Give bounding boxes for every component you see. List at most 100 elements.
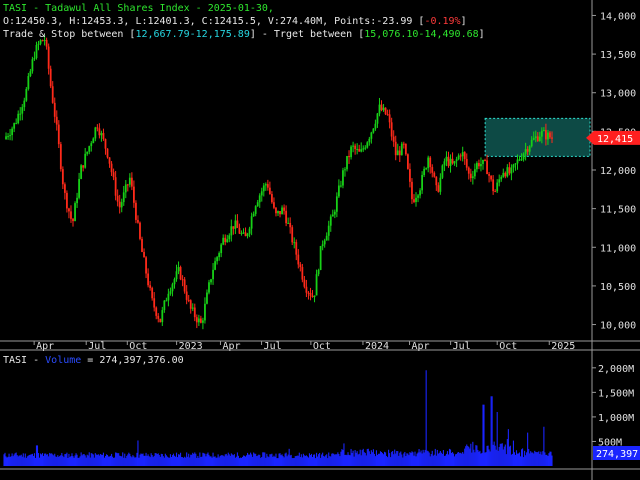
candle-up — [33, 57, 36, 60]
candle-down — [151, 287, 154, 299]
candle-down — [116, 195, 119, 202]
candle-up — [120, 202, 123, 208]
candle-down — [108, 157, 111, 164]
ohlc-values: O:12450.3, H:12453.3, L:12401.3, C:12415… — [3, 16, 425, 27]
header-line-2: O:12450.3, H:12453.3, L:12401.3, C:12415… — [3, 15, 467, 28]
candle-up — [5, 136, 7, 140]
candle-down — [66, 192, 68, 209]
candle-up — [427, 157, 430, 169]
candle-down — [145, 257, 147, 274]
price-tick-label: 11,000 — [600, 243, 636, 254]
candle-up — [443, 161, 446, 166]
candle-down — [478, 163, 480, 167]
candle-up — [240, 232, 243, 234]
candle-down — [132, 186, 135, 203]
candle-down — [159, 318, 162, 323]
candle-up — [204, 303, 206, 321]
candle-down — [51, 86, 54, 103]
candle-up — [547, 132, 549, 140]
candle-up — [260, 191, 263, 196]
candle-up — [344, 169, 346, 171]
candle-down — [358, 148, 361, 152]
candle-up — [122, 192, 125, 203]
candle-down — [398, 150, 401, 156]
time-tick-label: Oct — [313, 341, 331, 352]
candle-down — [392, 136, 395, 142]
candle-up — [165, 300, 168, 302]
candle-down — [402, 143, 405, 145]
candle-up — [246, 233, 249, 237]
candle-up — [502, 172, 505, 177]
candle-down — [59, 144, 62, 170]
candle-down — [437, 185, 440, 192]
candle-down — [488, 174, 490, 176]
candle-up — [206, 292, 208, 304]
candle-down — [463, 152, 466, 159]
candle-down — [72, 218, 74, 222]
candle-down — [102, 133, 105, 140]
candle-up — [293, 242, 296, 244]
candle-up — [372, 128, 375, 133]
trade-label: Trade & Stop between [ — [3, 29, 136, 40]
candle-up — [124, 184, 127, 193]
candle-up — [202, 320, 204, 323]
candle-up — [368, 138, 371, 143]
candle-up — [366, 142, 369, 148]
candle-up — [360, 149, 363, 152]
candle-up — [128, 177, 131, 185]
candle-down — [185, 291, 188, 300]
candle-up — [9, 135, 11, 137]
candle-down — [549, 132, 551, 138]
candle-down — [394, 141, 397, 156]
candle-up — [248, 228, 251, 234]
target-range: 15,076.10-14,490.68 — [364, 29, 479, 40]
candle-down — [536, 136, 539, 141]
candle-up — [88, 146, 91, 152]
candle-up — [542, 130, 545, 132]
candle-down — [57, 124, 60, 145]
candle-down — [433, 172, 436, 177]
candle-up — [264, 184, 267, 186]
candle-down — [110, 163, 113, 173]
candle-down — [153, 298, 156, 308]
candle-up — [321, 244, 324, 247]
candle-down — [70, 211, 72, 219]
candle-up — [262, 185, 265, 192]
candle-up — [441, 165, 444, 178]
candle-up — [86, 151, 89, 154]
candle-up — [222, 237, 225, 245]
candle-down — [388, 114, 391, 123]
candle-down — [96, 127, 99, 129]
candle-up — [333, 211, 336, 215]
candle-down — [82, 165, 85, 168]
candle-down — [68, 208, 70, 212]
candle-up — [37, 43, 40, 45]
change-percent: -0.19% — [424, 16, 461, 27]
candle-down — [244, 232, 247, 237]
header-date-sep: - — [189, 3, 208, 14]
candle-up — [512, 164, 515, 168]
candle-up — [453, 161, 456, 164]
candle-up — [538, 136, 541, 141]
candle-up — [218, 253, 221, 258]
time-tick-label: 2024 — [365, 341, 389, 352]
candle-down — [106, 148, 109, 158]
chart-window[interactable]: 14,00013,50013,00012,50012,00011,50011,0… — [0, 0, 640, 480]
candle-down — [193, 307, 196, 318]
price-chart[interactable]: 14,00013,50013,00012,50012,00011,50011,0… — [0, 0, 640, 480]
candle-down — [404, 143, 407, 155]
candle-up — [226, 239, 229, 243]
candle-down — [183, 279, 186, 292]
candle-down — [98, 128, 101, 136]
candle-down — [435, 176, 438, 186]
candle-down — [551, 137, 553, 139]
candle-down — [279, 211, 281, 215]
candle-down — [63, 184, 66, 193]
candle-up — [15, 123, 18, 125]
candle-up — [23, 100, 26, 108]
candle-down — [104, 139, 107, 149]
candle-up — [510, 167, 513, 174]
candle-up — [173, 279, 176, 285]
candle-up — [461, 152, 464, 157]
last-volume-label: 274,397 — [596, 449, 638, 460]
